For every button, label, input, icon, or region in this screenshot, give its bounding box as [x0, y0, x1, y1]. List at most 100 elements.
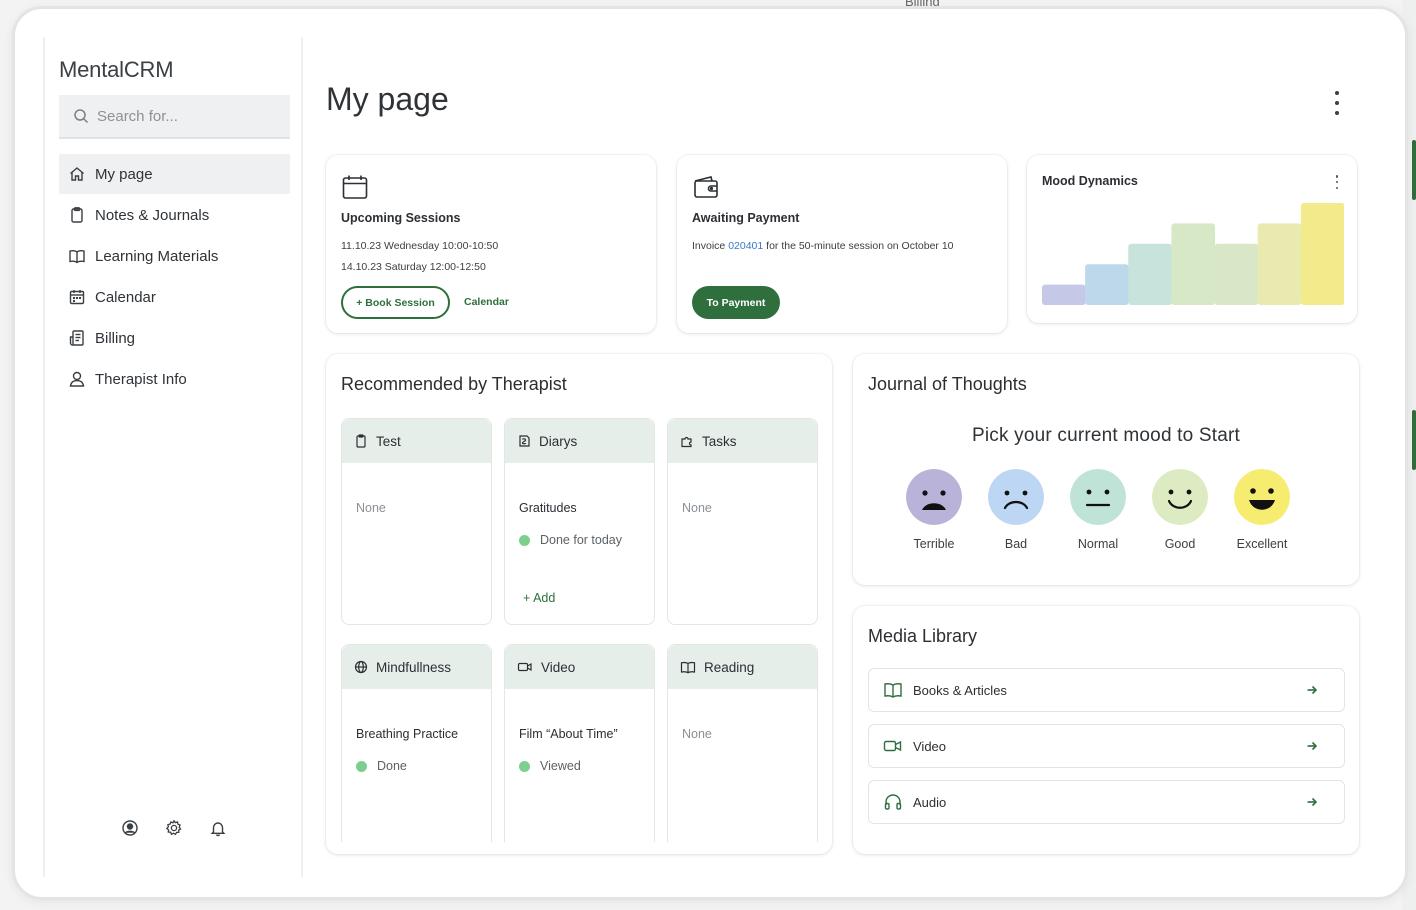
- mood-bar: [1085, 264, 1129, 305]
- tile-item: None: [682, 727, 712, 741]
- mood-bar: [1042, 284, 1086, 305]
- media-item-books-articles[interactable]: Books & Articles: [868, 668, 1345, 712]
- search-input[interactable]: Search for...: [59, 95, 290, 139]
- media-item-label: Books & Articles: [913, 682, 1007, 698]
- to-payment-button[interactable]: To Payment: [692, 286, 780, 319]
- tile-mindfullness[interactable]: Mindfullness Breathing Practice Done: [341, 644, 492, 842]
- bell-icon[interactable]: [207, 817, 229, 839]
- sidebar-item-learning-materials[interactable]: Learning Materials: [59, 236, 290, 276]
- media-item-video[interactable]: Video: [868, 724, 1345, 768]
- tile-header: Mindfullness: [342, 645, 491, 689]
- status-check-icon: [356, 760, 367, 772]
- open-book-icon: [883, 681, 903, 699]
- sidebar-nav: My page Notes & Journals Learning Materi…: [59, 154, 290, 400]
- mood-bar: [1214, 243, 1259, 305]
- wallet-icon: [692, 173, 720, 206]
- arrow-right-icon: [1306, 684, 1318, 696]
- globe-icon: [354, 660, 368, 674]
- home-icon: [67, 164, 87, 184]
- awaiting-payment-title: Awaiting Payment: [692, 211, 800, 225]
- video-icon: [517, 660, 533, 674]
- sidebar-item-billing[interactable]: Billing: [59, 318, 290, 358]
- mood-label: Good: [1164, 537, 1196, 551]
- brand-logo: MentalCRM: [59, 57, 174, 82]
- mood-bar: [1257, 223, 1302, 305]
- sidebar-item-label: Billing: [95, 329, 136, 347]
- calendar-icon: [341, 173, 369, 206]
- tile-reading[interactable]: Reading None: [667, 644, 818, 842]
- tile-title: Video: [541, 659, 576, 675]
- open-book-icon: [67, 246, 87, 266]
- sidebar-item-label: Therapist Info: [95, 370, 187, 388]
- mood-bad[interactable]: Bad: [988, 469, 1044, 551]
- book-session-button[interactable]: + Book Session: [341, 286, 450, 319]
- tile-video[interactable]: Video Film “About Time” Viewed: [504, 644, 655, 842]
- profile-icon[interactable]: [119, 817, 141, 839]
- tile-header: Reading: [668, 645, 817, 689]
- tile-title: Reading: [704, 659, 755, 675]
- tile-header: Diarys: [505, 419, 654, 463]
- mood-good[interactable]: Good: [1152, 469, 1208, 551]
- mood-label: Terrible: [913, 537, 955, 551]
- invoice-number-link[interactable]: 020401: [728, 240, 763, 252]
- mood-normal[interactable]: Normal: [1070, 469, 1126, 551]
- good-face-icon: [1152, 469, 1208, 525]
- status-check-icon: [519, 534, 530, 546]
- tile-test[interactable]: Test None: [341, 418, 492, 625]
- mood-picker: Terrible Bad Normal Good Excellent: [906, 469, 1290, 551]
- tile-header: Video: [505, 645, 654, 689]
- tile-header: Test: [342, 419, 491, 463]
- excellent-face-icon: [1234, 469, 1290, 525]
- receipt-icon: [67, 328, 87, 348]
- tile-status-label: Done for today: [540, 533, 622, 547]
- calendar-link[interactable]: Calendar: [464, 296, 509, 308]
- tile-header: Tasks: [668, 419, 817, 463]
- mood-excellent[interactable]: Excellent: [1234, 469, 1290, 551]
- mood-label: Excellent: [1236, 537, 1288, 551]
- mood-label: Bad: [1004, 537, 1028, 551]
- mood-bar: [1128, 243, 1172, 305]
- sidebar-item-calendar[interactable]: Calendar: [59, 277, 290, 317]
- media-item-label: Audio: [913, 794, 947, 810]
- tile-tasks[interactable]: Tasks None: [667, 418, 818, 625]
- tile-diarys[interactable]: Diarys Gratitudes Done for today + Add: [504, 418, 655, 625]
- recommended-card: Recommended by Therapist Test None Diary…: [326, 354, 832, 854]
- more-options-icon[interactable]: [1329, 87, 1345, 119]
- invoice-text: Invoice 020401 for the 50-minute session…: [692, 240, 954, 252]
- video-icon: [883, 737, 903, 755]
- arrow-right-icon: [1306, 796, 1318, 808]
- sidebar: MentalCRM Search for... My page Notes & …: [43, 37, 303, 877]
- settings-gear-icon[interactable]: [163, 817, 185, 839]
- mood-bar: [1300, 203, 1344, 305]
- mood-dynamics-card: Mood Dynamics: [1027, 155, 1357, 323]
- session-entry: 11.10.23 Wednesday 10:00-10:50: [341, 240, 499, 252]
- mood-dynamics-title: Mood Dynamics: [1042, 174, 1138, 188]
- tile-status: Done: [356, 759, 407, 773]
- sidebar-item-notes-journals[interactable]: Notes & Journals: [59, 195, 290, 235]
- journal-prompt: Pick your current mood to Start: [971, 425, 1241, 446]
- journal-title: Journal of Thoughts: [868, 374, 1027, 394]
- recommended-title: Recommended by Therapist: [341, 374, 567, 394]
- search-icon: [74, 109, 89, 124]
- mood-terrible[interactable]: Terrible: [906, 469, 962, 551]
- invoice-text-after: for the 50-minute session on October 10: [763, 240, 954, 252]
- headphones-icon: [883, 793, 903, 811]
- mood-bar: [1171, 223, 1215, 305]
- page-title: My page: [326, 81, 449, 117]
- media-library-title: Media Library: [868, 626, 978, 646]
- status-check-icon: [519, 760, 530, 772]
- sidebar-item-label: Notes & Journals: [95, 206, 210, 224]
- search-placeholder: Search for...: [97, 107, 178, 125]
- mood-options-icon[interactable]: [1334, 175, 1340, 189]
- add-diary-button[interactable]: + Add: [523, 591, 555, 605]
- media-library-card: Media Library Books & Articles Video Aud…: [853, 606, 1359, 854]
- bad-face-icon: [988, 469, 1044, 525]
- media-item-audio[interactable]: Audio: [868, 780, 1345, 824]
- background-accent-mark: [1412, 140, 1416, 200]
- puzzle-icon: [680, 434, 694, 448]
- sidebar-item-my-page[interactable]: My page: [59, 154, 290, 194]
- diary-icon: [517, 434, 531, 448]
- sidebar-item-therapist-info[interactable]: Therapist Info: [59, 359, 290, 399]
- mood-dynamics-chart: [1042, 203, 1344, 305]
- tile-item: Film “About Time”: [519, 727, 618, 741]
